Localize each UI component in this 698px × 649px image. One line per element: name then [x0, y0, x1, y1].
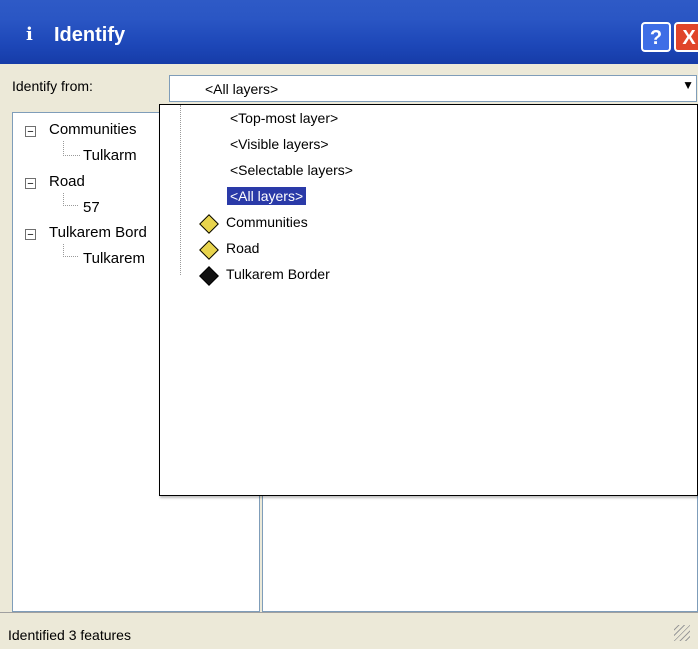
resize-grip-icon[interactable]: [674, 625, 690, 641]
option-tulkarem-border[interactable]: Tulkarem Border: [226, 266, 330, 282]
collapse-communities-icon[interactable]: −: [25, 126, 36, 138]
combobox-value: <All layers>: [205, 81, 279, 97]
option-visible-layers[interactable]: <Visible layers>: [230, 136, 329, 152]
tree-connector: [180, 105, 181, 275]
tree-item-road[interactable]: Road: [49, 173, 85, 190]
identify-from-label: Identify from:: [12, 78, 93, 94]
tree-connector: [63, 141, 80, 156]
layer-diamond-yellow-icon: [199, 214, 219, 234]
info-icon: i: [26, 24, 33, 45]
collapse-road-icon[interactable]: −: [25, 178, 36, 190]
identify-from-dropdown-list[interactable]: <Top-most layer> <Visible layers> <Selec…: [159, 104, 698, 496]
tree-item-communities[interactable]: Communities: [49, 121, 137, 138]
tree-connector: [63, 244, 78, 257]
layer-diamond-black-icon: [199, 266, 219, 286]
status-text: Identified 3 features: [8, 627, 131, 643]
close-button[interactable]: X: [674, 22, 698, 52]
help-button[interactable]: ?: [641, 22, 671, 52]
collapse-tulkarem-border-icon[interactable]: −: [25, 229, 36, 241]
tree-connector: [63, 193, 78, 206]
chevron-down-icon[interactable]: ▼: [682, 78, 694, 92]
identify-window: i Identify ? X Identify from: <All layer…: [0, 0, 698, 649]
tree-item-tulkarem[interactable]: Tulkarem: [83, 250, 145, 267]
status-bar: Identified 3 features: [0, 612, 698, 649]
option-selectable-layers[interactable]: <Selectable layers>: [230, 162, 353, 178]
option-road[interactable]: Road: [226, 240, 259, 256]
option-communities[interactable]: Communities: [226, 214, 308, 230]
tree-item-tulkarem-border[interactable]: Tulkarem Bord: [49, 224, 147, 241]
option-all-layers[interactable]: <All layers>: [227, 187, 307, 205]
window-title: Identify: [54, 24, 126, 46]
title-bar[interactable]: i Identify ? X: [0, 0, 698, 64]
layer-diamond-yellow-icon: [199, 240, 219, 260]
option-top-most-layer[interactable]: <Top-most layer>: [230, 110, 338, 126]
tree-item-tulkarm[interactable]: Tulkarm: [83, 147, 137, 164]
tree-item-57[interactable]: 57: [83, 199, 100, 216]
identify-from-combobox[interactable]: <All layers> ▼: [169, 75, 697, 102]
